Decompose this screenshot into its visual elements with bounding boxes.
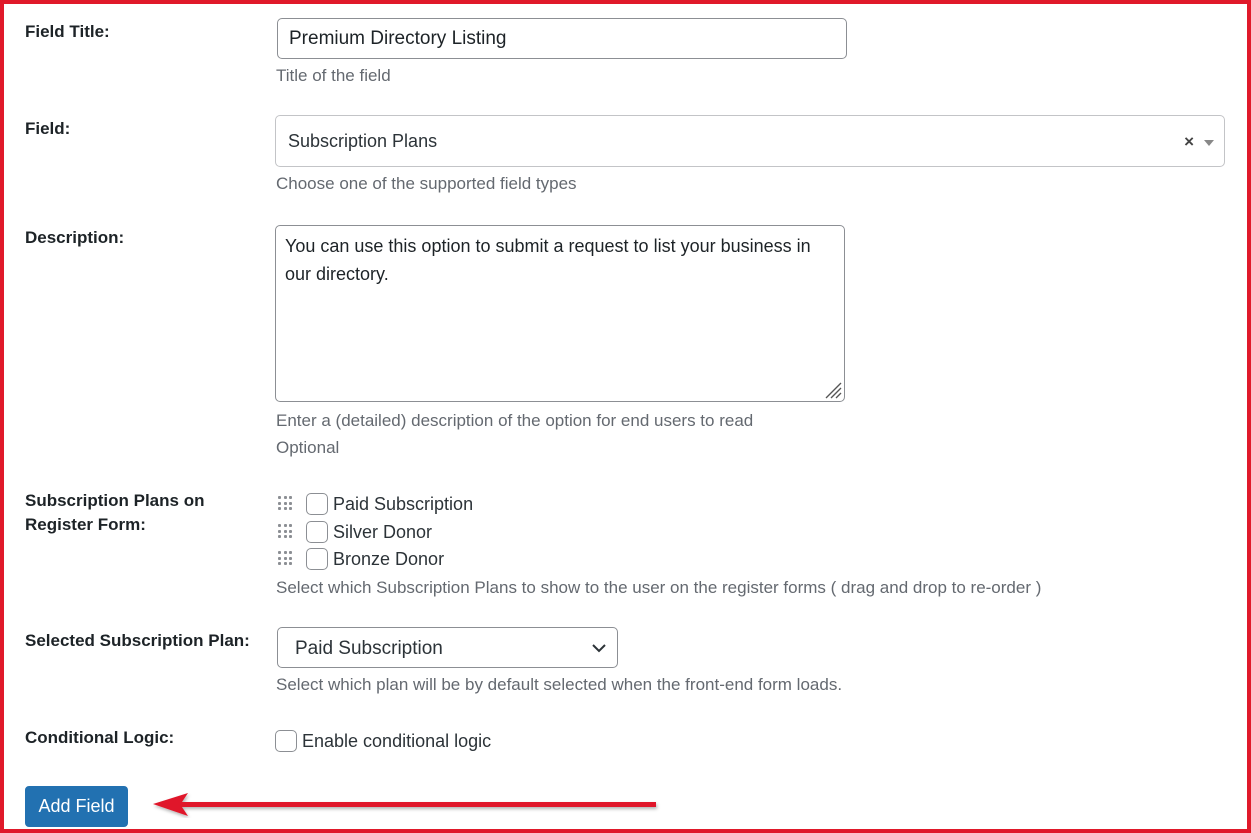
plan-checkbox[interactable] (306, 548, 328, 570)
field-title-help: Title of the field (276, 66, 391, 85)
plan-checkbox[interactable] (306, 493, 328, 515)
field-type-label: Field: (25, 119, 71, 138)
plan-item[interactable]: Paid Subscription (278, 492, 473, 516)
chevron-down-icon (592, 644, 606, 653)
field-title-label: Field Title: (25, 22, 110, 41)
field-title-input[interactable] (277, 18, 847, 59)
add-field-button[interactable]: Add Field (25, 786, 128, 827)
plan-item[interactable]: Silver Donor (278, 520, 432, 544)
annotation-arrow-icon (153, 793, 656, 816)
description-textarea[interactable]: You can use this option to submit a requ… (275, 225, 845, 402)
description-text: You can use this option to submit a requ… (285, 236, 811, 284)
selected-plan-label: Selected Subscription Plan: (25, 631, 250, 650)
clear-selection-icon[interactable]: × (1184, 132, 1194, 152)
field-type-help: Choose one of the supported field types (276, 174, 577, 193)
field-type-select[interactable]: Subscription Plans × (275, 115, 1225, 167)
plan-label: Bronze Donor (333, 548, 445, 569)
resize-grip-icon[interactable] (822, 379, 842, 399)
conditional-logic-option[interactable]: Enable conditional logic (275, 729, 491, 753)
subscription-plans-label-line2: Register Form: (25, 515, 146, 534)
drag-handle-icon[interactable] (278, 496, 294, 512)
plan-label: Paid Subscription (333, 493, 474, 514)
subscription-plans-label-line1: Subscription Plans on (25, 491, 205, 510)
field-type-value: Subscription Plans (288, 131, 438, 151)
plan-item[interactable]: Bronze Donor (278, 547, 444, 571)
plan-label: Silver Donor (333, 521, 433, 542)
drag-handle-icon[interactable] (278, 524, 294, 540)
caret-down-icon[interactable] (1204, 140, 1214, 146)
selected-plan-select[interactable]: Paid Subscription (277, 627, 618, 668)
conditional-logic-label: Conditional Logic: (25, 728, 175, 747)
description-label: Description: (25, 228, 125, 247)
drag-handle-icon[interactable] (278, 551, 294, 567)
selected-plan-value: Paid Subscription (295, 638, 443, 659)
selected-plan-help: Select which plan will be by default sel… (276, 675, 843, 694)
subscription-plans-help: Select which Subscription Plans to show … (276, 578, 1042, 597)
conditional-logic-checkbox[interactable] (275, 730, 297, 752)
description-help: Enter a (detailed) description of the op… (276, 411, 754, 430)
conditional-logic-checkbox-label: Enable conditional logic (302, 730, 492, 751)
plan-checkbox[interactable] (306, 521, 328, 543)
description-optional: Optional (276, 438, 340, 457)
